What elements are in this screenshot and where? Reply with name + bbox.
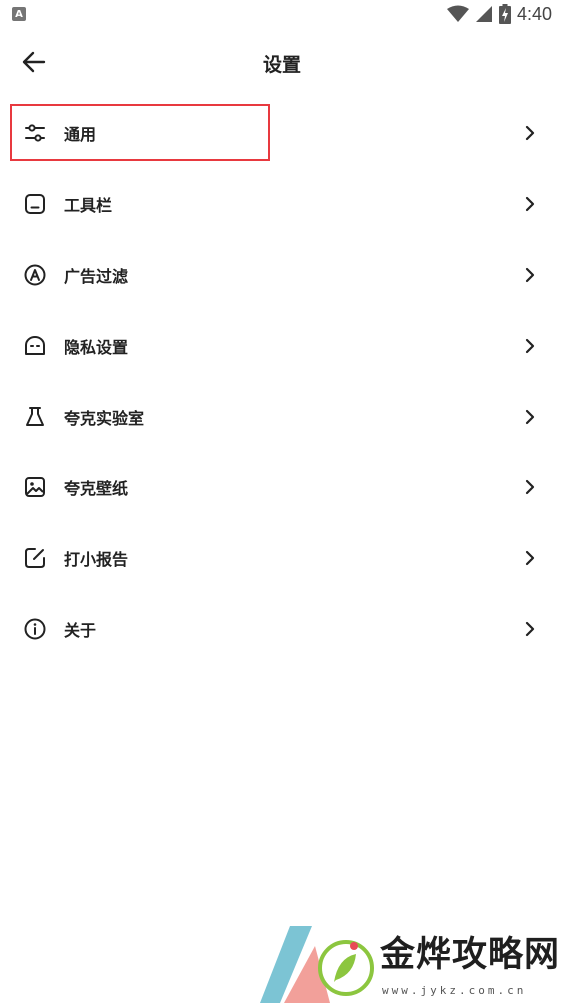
menu-item-label: 关于 (64, 620, 97, 640)
chevron-right-icon (524, 621, 536, 637)
menu-item-ad-filter[interactable]: 广告过滤 (0, 240, 564, 311)
status-left: A (12, 7, 26, 21)
menu-item-feedback[interactable]: 打小报告 (0, 523, 564, 594)
watermark: 金烨攻略网 www.jykz.com.cn (250, 918, 564, 1003)
wallpaper-image-icon (22, 474, 48, 500)
watermark-text: 金烨攻略网 (380, 935, 561, 975)
status-right: 4:40 (446, 3, 552, 25)
watermark-logo-icon (260, 926, 374, 1003)
watermark-url: www.jykz.com.cn (382, 984, 527, 997)
menu-item-privacy[interactable]: 隐私设置 (0, 310, 564, 381)
menu-item-label: 隐私设置 (64, 337, 129, 357)
privacy-mask-icon (22, 333, 48, 359)
battery-charging-icon (498, 4, 511, 24)
sliders-icon (22, 120, 48, 146)
menu-item-general[interactable]: 通用 (0, 98, 564, 169)
chevron-right-icon (524, 267, 536, 283)
ad-block-icon (22, 262, 48, 288)
menu-item-label: 工具栏 (64, 196, 113, 216)
menu-item-label: 广告过滤 (64, 266, 129, 286)
chevron-right-icon (524, 196, 536, 212)
menu-item-toolbar[interactable]: 工具栏 (0, 169, 564, 240)
toolbar-icon (22, 191, 48, 217)
chevron-right-icon (524, 479, 536, 495)
status-time: 4:40 (516, 3, 552, 24)
status-bar: A 4:40 (0, 0, 564, 28)
app-bar: 设置 (0, 30, 564, 94)
notification-a-icon: A (12, 7, 26, 21)
menu-item-label: 通用 (64, 125, 97, 145)
menu-item-label: 打小报告 (64, 550, 129, 570)
chevron-right-icon (524, 409, 536, 425)
settings-menu: 通用 工具栏 广告过滤 隐私设置 夸克实验室 夸克壁纸 打小报告 关于 (0, 98, 564, 664)
menu-item-about[interactable]: 关于 (0, 594, 564, 665)
cellular-signal-icon (475, 6, 492, 22)
info-icon (22, 616, 48, 642)
feedback-edit-icon (22, 545, 48, 571)
chevron-right-icon (524, 125, 536, 141)
page-title: 设置 (262, 54, 301, 76)
menu-item-label: 夸克壁纸 (64, 479, 129, 499)
chevron-right-icon (524, 338, 536, 354)
wifi-icon (446, 5, 469, 22)
flask-icon (22, 404, 48, 430)
menu-item-wallpaper[interactable]: 夸克壁纸 (0, 452, 564, 523)
menu-item-lab[interactable]: 夸克实验室 (0, 381, 564, 452)
menu-item-label: 夸克实验室 (64, 408, 145, 428)
chevron-right-icon (524, 550, 536, 566)
